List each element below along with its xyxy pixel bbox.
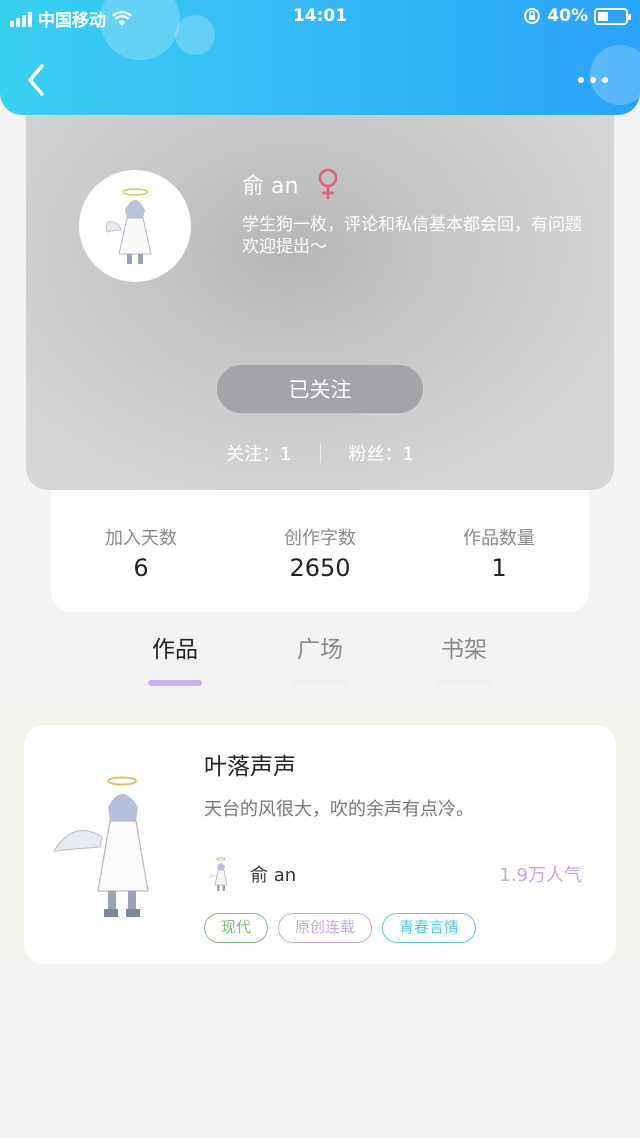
tab-bookshelf[interactable]: 书架 [414,630,514,686]
stat-word-count: 创作字数 2650 [230,524,410,582]
tab-label: 书架 [441,637,487,663]
stat-value: 6 [133,554,149,582]
female-gender-icon [319,168,338,199]
follow-counts: 关注：1 粉丝：1 [26,440,614,466]
stat-label: 作品数量 [463,528,535,549]
work-cover-image [52,776,149,917]
profile-card: 俞 an 学生狗一枚，评论和私信基本都会回，有问题欢迎提出～ 已关注 关注：1 … [26,90,614,490]
stat-days-joined: 加入天数 6 [51,524,231,582]
tab-bar: 作品 广场 书架 [0,630,640,700]
more-button[interactable] [578,70,618,90]
tag-youth-romance[interactable]: 青春言情 [382,913,477,943]
work-card[interactable]: 叶落声声 天台的风很大，吹的余声有点冷。 俞 an 1.9万人气 现代 原创连载… [24,725,616,964]
header: 中国移动 14:01 40% [0,0,640,115]
tab-indicator [437,680,491,686]
followers-count[interactable]: 粉丝：1 [349,440,414,466]
chevron-left-icon [28,64,44,96]
work-description: 天台的风很大，吹的余声有点冷。 [204,799,474,820]
rotation-lock-icon [524,8,541,24]
status-bar: 中国移动 14:01 40% [0,0,640,34]
stat-value: 1 [491,554,507,582]
tab-label: 广场 [297,637,343,663]
follow-button[interactable]: 已关注 [217,365,423,413]
author-avatar [208,857,228,891]
tab-indicator [148,680,202,686]
tag-modern[interactable]: 现代 [204,913,269,943]
tab-plaza[interactable]: 广场 [270,630,370,686]
stat-works-count: 作品数量 1 [409,524,589,582]
divider [319,443,321,463]
tag-original-serial[interactable]: 原创连载 [278,913,373,943]
profile-name: 俞 an [242,174,299,199]
author-name: 俞 an [250,865,297,886]
profile-bio: 学生狗一枚，评论和私信基本都会回，有问题欢迎提出～ [242,215,582,257]
more-dot [590,77,596,83]
following-count[interactable]: 关注：1 [226,440,291,466]
battery-percent: 40% [547,6,588,26]
work-title: 叶落声声 [204,754,296,780]
angel-avatar-icon [106,188,152,264]
popularity-count: 1.9万人气 [499,865,582,886]
battery-icon [594,7,631,25]
tab-indicator [293,680,347,686]
tag-list: 现代 原创连载 青春言情 [204,913,477,943]
stat-label: 加入天数 [105,528,177,549]
avatar[interactable] [79,170,191,282]
more-dot [578,77,584,83]
tab-label: 作品 [152,637,198,663]
more-dot [602,77,608,83]
stat-value: 2650 [289,554,351,582]
stats-panel: 加入天数 6 创作字数 2650 作品数量 1 [51,480,589,612]
back-button[interactable] [22,62,52,98]
tab-works[interactable]: 作品 [125,630,225,686]
stat-label: 创作字数 [284,528,356,549]
